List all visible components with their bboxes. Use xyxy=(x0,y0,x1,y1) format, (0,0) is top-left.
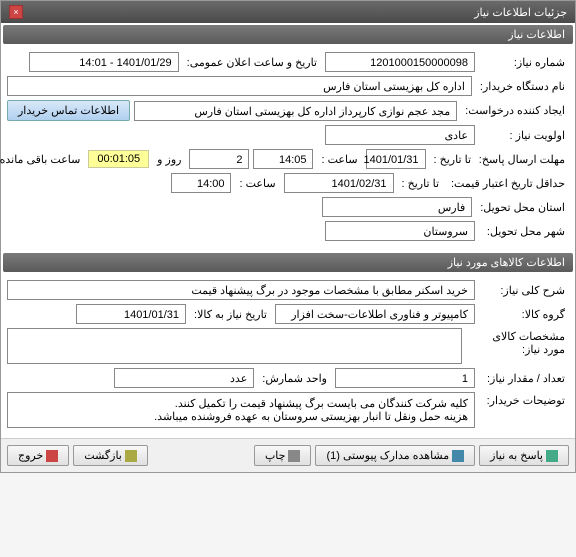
row-spec: مشخصات کالای مورد نیاز: xyxy=(7,328,569,364)
deadline-date: 1401/01/31 xyxy=(366,149,426,169)
row-min-valid: حداقل تاریخ اعتبار قیمت: تا تاریخ : 1401… xyxy=(7,173,569,193)
attachments-button[interactable]: مشاهده مدارک پیوستی (1) xyxy=(315,445,475,466)
attachments-label: مشاهده مدارک پیوستی (1) xyxy=(326,450,449,462)
titlebar: جزئیات اطلاعات نیاز × xyxy=(1,1,575,23)
back-icon xyxy=(125,450,137,462)
group-label: گروه کالا: xyxy=(479,306,569,323)
announce-value: 1401/01/29 - 14:01 xyxy=(29,52,179,72)
buyer-label: نام دستگاه خریدار: xyxy=(476,78,569,95)
exit-icon xyxy=(46,450,58,462)
priority-value: عادی xyxy=(325,125,475,145)
window-title: جزئیات اطلاعات نیاز xyxy=(474,6,567,19)
days-remaining: 2 xyxy=(189,149,249,169)
time-label-2: ساعت : xyxy=(235,175,279,192)
notes-label: توضیحات خریدار: xyxy=(479,392,569,409)
need-date-label: تاریخ نیاز به کالا: xyxy=(190,306,271,323)
row-qty: تعداد / مقدار نیاز: 1 واحد شمارش: عدد xyxy=(7,368,569,388)
city-label: شهر محل تحویل: xyxy=(479,223,569,240)
respond-button[interactable]: پاسخ به نیاز xyxy=(479,445,569,466)
print-button[interactable]: چاپ xyxy=(254,445,312,466)
requester-label: ایجاد کننده درخواست: xyxy=(461,102,569,119)
group-value: کامپیوتر و فناوری اطلاعات-سخت افزار xyxy=(275,304,475,324)
row-group: گروه کالا: کامپیوتر و فناوری اطلاعات-سخت… xyxy=(7,304,569,324)
print-label: چاپ xyxy=(265,450,286,462)
row-need-no: شماره نیاز: 1201000150000098 تاریخ و ساع… xyxy=(7,52,569,72)
exit-label: خروج xyxy=(18,450,43,462)
back-label: بازگشت xyxy=(84,450,122,462)
deadline-label: مهلت ارسال پاسخ: xyxy=(479,151,569,168)
desc-label: شرح کلی نیاز: xyxy=(479,282,569,299)
time-remaining: 00:01:05 xyxy=(88,150,149,168)
row-notes: توضیحات خریدار: کلیه شرکت کنندگان می بای… xyxy=(7,392,569,428)
min-valid-label: حداقل تاریخ اعتبار قیمت: xyxy=(447,175,569,192)
print-icon xyxy=(288,450,300,462)
row-priority: اولویت نیاز : عادی xyxy=(7,125,569,145)
attachment-icon xyxy=(452,450,464,462)
row-buyer: نام دستگاه خریدار: اداره کل بهزیستی استا… xyxy=(7,76,569,96)
unit-label: واحد شمارش: xyxy=(258,370,331,387)
qty-label: تعداد / مقدار نیاز: xyxy=(479,370,569,387)
qty-value: 1 xyxy=(335,368,475,388)
spec-label: مشخصات کالای مورد نیاز: xyxy=(466,328,569,358)
to-date-label: تا تاریخ : xyxy=(430,151,475,168)
reply-icon xyxy=(546,450,558,462)
city-value: سروستان xyxy=(325,221,475,241)
province-value: فارس xyxy=(322,197,472,217)
priority-label: اولویت نیاز : xyxy=(479,127,569,144)
min-valid-time: 14:00 xyxy=(171,173,231,193)
desc-value: خرید اسکنر مطابق با مشخصات موجود در برگ … xyxy=(7,280,475,300)
row-desc: شرح کلی نیاز: خرید اسکنر مطابق با مشخصات… xyxy=(7,280,569,300)
requester-value: مجد عجم نوازی کارپرداز اداره کل بهزیستی … xyxy=(134,101,457,121)
remaining-label: ساعت باقی مانده xyxy=(0,151,84,168)
min-valid-date: 1401/02/31 xyxy=(284,173,394,193)
back-button[interactable]: بازگشت xyxy=(73,445,148,466)
row-requester: ایجاد کننده درخواست: مجد عجم نوازی کارپر… xyxy=(7,100,569,121)
form-need-info: شماره نیاز: 1201000150000098 تاریخ و ساع… xyxy=(1,46,575,251)
notes-value: کلیه شرکت کنندگان می بایست برگ پیشنهاد ق… xyxy=(7,392,475,428)
footer-right: پاسخ به نیاز مشاهده مدارک پیوستی (1) چاپ xyxy=(254,445,569,466)
announce-label: تاریخ و ساعت اعلان عمومی: xyxy=(183,54,321,71)
row-deadline: مهلت ارسال پاسخ: تا تاریخ : 1401/01/31 س… xyxy=(7,149,569,169)
days-and-label: روز و xyxy=(153,151,185,168)
province-label: استان محل تحویل: xyxy=(476,199,569,216)
unit-value: عدد xyxy=(114,368,254,388)
section-goods-info: اطلاعات کالاهای مورد نیاز xyxy=(3,253,573,272)
to-date-label-2: تا تاریخ : xyxy=(398,175,443,192)
row-province: استان محل تحویل: فارس xyxy=(7,197,569,217)
deadline-time: 14:05 xyxy=(253,149,313,169)
footer-left: بازگشت خروج xyxy=(7,445,148,466)
respond-label: پاسخ به نیاز xyxy=(490,450,543,462)
need-no-label: شماره نیاز: xyxy=(479,54,569,71)
need-no-value: 1201000150000098 xyxy=(325,52,475,72)
footer: پاسخ به نیاز مشاهده مدارک پیوستی (1) چاپ… xyxy=(1,438,575,472)
window: جزئیات اطلاعات نیاز × اطلاعات نیاز شماره… xyxy=(0,0,576,473)
close-icon[interactable]: × xyxy=(9,5,23,19)
form-goods-info: شرح کلی نیاز: خرید اسکنر مطابق با مشخصات… xyxy=(1,274,575,438)
need-date-value: 1401/01/31 xyxy=(76,304,186,324)
row-city: شهر محل تحویل: سروستان xyxy=(7,221,569,241)
section-need-info: اطلاعات نیاز xyxy=(3,25,573,44)
exit-button[interactable]: خروج xyxy=(7,445,69,466)
buyer-value: اداره کل بهزیستی استان فارس xyxy=(7,76,472,96)
contact-buyer-button[interactable]: اطلاعات تماس خریدار xyxy=(7,100,130,121)
spec-value xyxy=(7,328,462,364)
time-label-1: ساعت : xyxy=(317,151,361,168)
